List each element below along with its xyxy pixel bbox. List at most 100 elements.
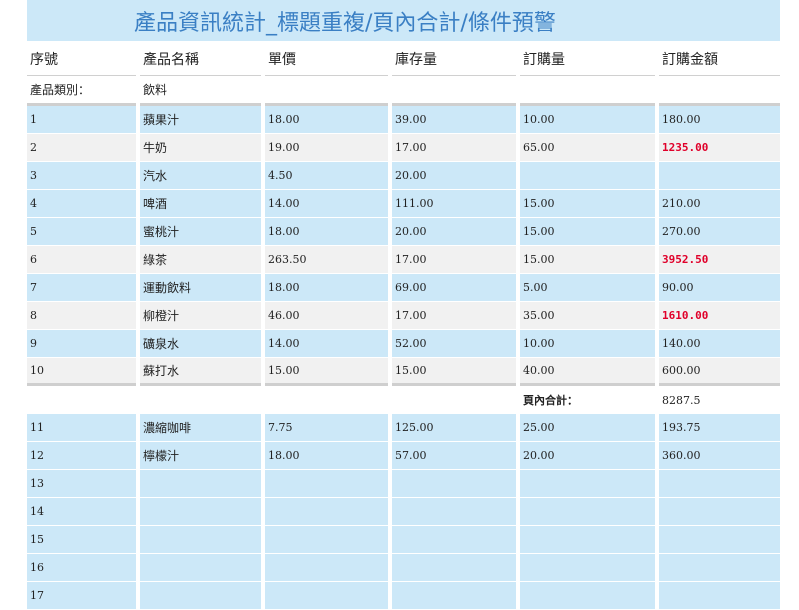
unit-price-cell: 14.00 (265, 190, 388, 218)
row-id-cell: 9 (27, 330, 136, 358)
order-amount-cell: 600.00 (659, 358, 780, 386)
title-bar: 產品資訊統計_標題重複/頁內合計/條件預警 (27, 0, 780, 41)
order-qty-cell (520, 162, 655, 190)
row-id-cell: 8 (27, 302, 136, 330)
category-empty-cell (265, 76, 388, 106)
product-name-cell: 啤酒 (140, 190, 261, 218)
table-row: 17 (27, 582, 780, 610)
header-row: 序號 產品名稱 單價 庫存量 訂購量 訂購金額 (27, 42, 780, 76)
product-name-cell: 牛奶 (140, 134, 261, 162)
row-id-cell: 2 (27, 134, 136, 162)
product-name-cell: 蘇打水 (140, 358, 261, 386)
product-name-cell: 柳橙汁 (140, 302, 261, 330)
order-qty-cell: 5.00 (520, 274, 655, 302)
header-price: 單價 (265, 42, 388, 76)
table-row: 13 (27, 470, 780, 498)
unit-price-cell (265, 526, 388, 554)
order-amount-cell: 140.00 (659, 330, 780, 358)
unit-price-cell: 263.50 (265, 246, 388, 274)
order-amount-cell: 1235.00 (659, 134, 780, 162)
table-row: 5 蜜桃汁 18.00 20.00 15.00 270.00 (27, 218, 780, 246)
unit-price-cell: 18.00 (265, 442, 388, 470)
product-name-cell: 運動飲料 (140, 274, 261, 302)
header-name: 產品名稱 (140, 42, 261, 76)
stock-qty-cell: 125.00 (392, 414, 516, 442)
category-empty-cell (659, 76, 780, 106)
order-qty-cell: 35.00 (520, 302, 655, 330)
order-amount-cell: 360.00 (659, 442, 780, 470)
report-title: 產品資訊統計_標題重複/頁內合計/條件預警 (134, 11, 556, 36)
unit-price-cell (265, 470, 388, 498)
order-qty-cell: 15.00 (520, 218, 655, 246)
product-name-cell (140, 526, 261, 554)
unit-price-cell: 46.00 (265, 302, 388, 330)
unit-price-cell: 19.00 (265, 134, 388, 162)
table-row: 8 柳橙汁 46.00 17.00 35.00 1610.00 (27, 302, 780, 330)
table-row: 2 牛奶 19.00 17.00 65.00 1235.00 (27, 134, 780, 162)
row-id-cell: 12 (27, 442, 136, 470)
header-stock: 庫存量 (392, 42, 516, 76)
product-name-cell: 綠茶 (140, 246, 261, 274)
order-qty-cell: 10.00 (520, 330, 655, 358)
product-name-cell: 汽水 (140, 162, 261, 190)
table-row: 6 綠茶 263.50 17.00 15.00 3952.50 (27, 246, 780, 274)
unit-price-cell: 18.00 (265, 218, 388, 246)
unit-price-cell (265, 582, 388, 610)
row-id-cell: 4 (27, 190, 136, 218)
stock-qty-cell: 15.00 (392, 358, 516, 386)
category-value: 飲料 (140, 76, 261, 106)
table-row: 14 (27, 498, 780, 526)
page-total-label: 頁內合計： (520, 386, 655, 414)
stock-qty-cell: 52.00 (392, 330, 516, 358)
product-name-cell (140, 554, 261, 582)
order-amount-cell: 3952.50 (659, 246, 780, 274)
table-row: 7 運動飲料 18.00 69.00 5.00 90.00 (27, 274, 780, 302)
page-total-row: 頁內合計： 8287.5 (27, 386, 780, 414)
table-row: 10 蘇打水 15.00 15.00 40.00 600.00 (27, 358, 780, 386)
unit-price-cell: 18.00 (265, 274, 388, 302)
stock-qty-cell: 20.00 (392, 218, 516, 246)
unit-price-cell: 15.00 (265, 358, 388, 386)
order-qty-cell: 65.00 (520, 134, 655, 162)
unit-price-cell: 7.75 (265, 414, 388, 442)
stock-qty-cell: 69.00 (392, 274, 516, 302)
product-name-cell: 檸檬汁 (140, 442, 261, 470)
row-id-cell: 5 (27, 218, 136, 246)
stock-qty-cell: 20.00 (392, 162, 516, 190)
unit-price-cell (265, 554, 388, 582)
table-row: 16 (27, 554, 780, 582)
order-amount-cell: 193.75 (659, 414, 780, 442)
stock-qty-cell (392, 498, 516, 526)
category-row: 產品類別： 飲料 (27, 76, 780, 106)
stock-qty-cell: 57.00 (392, 442, 516, 470)
row-id-cell: 13 (27, 470, 136, 498)
stock-qty-cell (392, 526, 516, 554)
category-label: 產品類別： (27, 76, 136, 106)
category-empty-cell (392, 76, 516, 106)
group-1-rows: 1 蘋果汁 18.00 39.00 10.00 180.00 2 牛奶 19.00 17.00 65… (27, 106, 780, 386)
order-amount-cell: 210.00 (659, 190, 780, 218)
product-name-cell: 濃縮咖啡 (140, 414, 261, 442)
order-amount-cell (659, 162, 780, 190)
order-qty-cell: 25.00 (520, 414, 655, 442)
table-row: 3 汽水 4.50 20.00 (27, 162, 780, 190)
product-name-cell (140, 470, 261, 498)
table-row: 12 檸檬汁 18.00 57.00 20.00 360.00 (27, 442, 780, 470)
row-id-cell: 1 (27, 106, 136, 134)
order-qty-cell (520, 526, 655, 554)
unit-price-cell: 18.00 (265, 106, 388, 134)
row-id-cell: 10 (27, 358, 136, 386)
product-name-cell (140, 498, 261, 526)
order-amount-cell (659, 582, 780, 610)
order-amount-cell: 180.00 (659, 106, 780, 134)
page-total-value: 8287.5 (659, 386, 780, 414)
order-qty-cell: 20.00 (520, 442, 655, 470)
order-amount-cell: 90.00 (659, 274, 780, 302)
row-id-cell: 11 (27, 414, 136, 442)
unit-price-cell: 14.00 (265, 330, 388, 358)
row-id-cell: 17 (27, 582, 136, 610)
unit-price-cell (265, 498, 388, 526)
order-amount-cell (659, 498, 780, 526)
table-row: 11 濃縮咖啡 7.75 125.00 25.00 193.75 (27, 414, 780, 442)
stock-qty-cell: 17.00 (392, 246, 516, 274)
